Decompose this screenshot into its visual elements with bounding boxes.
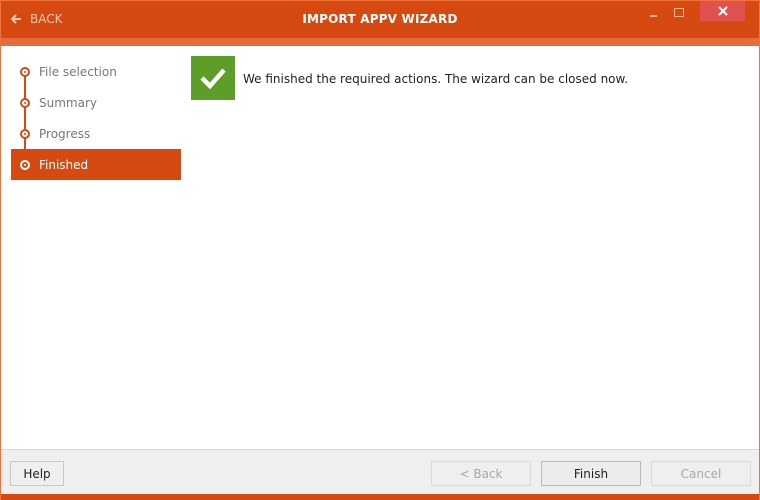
- step-dot-icon: [20, 66, 30, 77]
- wizard-steps: File selection Summary Progress Finished: [11, 56, 181, 180]
- step-label: Finished: [39, 157, 89, 172]
- step-progress[interactable]: Progress: [11, 118, 181, 149]
- close-icon: [717, 6, 728, 16]
- close-button[interactable]: [700, 1, 745, 21]
- minimize-icon: [649, 15, 657, 17]
- help-button[interactable]: Help: [10, 461, 64, 486]
- wizard-window: BACK IMPORT APPV WIZARD File selection S…: [0, 0, 760, 500]
- back-button[interactable]: < Back: [431, 461, 531, 486]
- step-dot-icon: [20, 97, 30, 108]
- window-controls: [640, 1, 759, 23]
- title-bar: BACK IMPORT APPV WIZARD: [1, 1, 759, 38]
- step-dot-icon: [20, 128, 30, 139]
- maximize-icon: [674, 7, 684, 17]
- wizard-footer: Help < Back Finish Cancel: [1, 449, 759, 494]
- completion-message: We finished the required actions. The wi…: [243, 72, 629, 86]
- maximize-button[interactable]: [666, 1, 692, 23]
- step-file-selection[interactable]: File selection: [11, 56, 181, 87]
- step-label: Progress: [39, 126, 91, 141]
- bottom-accent-strip: [1, 494, 759, 500]
- step-finished[interactable]: Finished: [11, 149, 181, 180]
- cancel-button[interactable]: Cancel: [651, 461, 751, 486]
- success-badge: [191, 56, 235, 100]
- step-label: File selection: [39, 64, 117, 79]
- title-accent-strip: [1, 38, 759, 46]
- finish-button[interactable]: Finish: [541, 461, 641, 486]
- minimize-button[interactable]: [640, 1, 666, 23]
- step-summary[interactable]: Summary: [11, 87, 181, 118]
- step-dot-icon: [20, 159, 30, 170]
- checkmark-icon: [200, 68, 226, 89]
- step-label: Summary: [39, 95, 97, 110]
